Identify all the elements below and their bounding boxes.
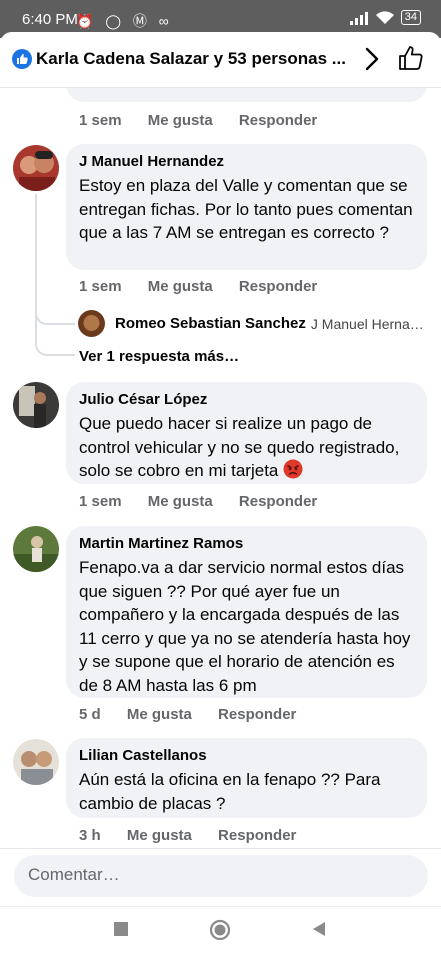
- like-link[interactable]: Me gusta: [127, 706, 192, 723]
- wifi-icon: [375, 11, 394, 24]
- comment-actions: 1 sem Me gusta Responder: [79, 112, 339, 129]
- status-right: 34: [349, 10, 421, 25]
- comment-text: Aún está la oficina en la fenapo ?? Para…: [79, 770, 381, 813]
- comment-text: Que puedo hacer si realize un pago de co…: [79, 412, 415, 483]
- reply-connector: [35, 293, 75, 325]
- avatar[interactable]: [13, 145, 59, 191]
- comment-bubble-fragment: desesperada: [66, 88, 427, 102]
- comment-input[interactable]: Comentar…: [14, 855, 428, 897]
- reactions-header[interactable]: Karla Cadena Salazar y 53 personas ...: [0, 32, 441, 88]
- chevron-right-icon[interactable]: [362, 46, 382, 72]
- like-link[interactable]: Me gusta: [148, 278, 213, 295]
- reply-preview[interactable]: Romeo Sebastian Sanchez J Manuel Herna…: [78, 310, 424, 337]
- battery-level: 34: [404, 11, 417, 23]
- reactions-title[interactable]: Karla Cadena Salazar y 53 personas ...: [36, 49, 346, 69]
- comment-actions: 1 sem Me gusta Responder: [79, 493, 339, 510]
- comment-bubble[interactable]: J Manuel Hernandez Estoy en plaza del Va…: [66, 144, 427, 270]
- comment-author[interactable]: Julio César López: [79, 391, 415, 409]
- system-nav-bar: [0, 906, 441, 956]
- comment-text-content: Que puedo hacer si realize un pago de co…: [79, 414, 400, 480]
- reply-link[interactable]: Responder: [239, 278, 317, 295]
- comment-author[interactable]: Lilian Castellanos: [79, 747, 415, 765]
- avatar[interactable]: [13, 382, 59, 428]
- like-link[interactable]: Me gusta: [148, 112, 213, 129]
- reply-connector: [35, 328, 75, 356]
- comment-bubble[interactable]: Lilian Castellanos Aún está la oficina e…: [66, 738, 427, 818]
- back-button-icon[interactable]: [311, 921, 327, 937]
- comment-composer: Comentar…: [0, 848, 441, 908]
- comment-author[interactable]: J Manuel Hernandez: [79, 153, 415, 171]
- reply-author[interactable]: Romeo Sebastian Sanchez: [115, 315, 306, 332]
- comment-author[interactable]: Martin Martinez Ramos: [79, 535, 415, 553]
- reply-avatar[interactable]: [78, 310, 105, 337]
- comment-text: Fenapo.va a dar servicio normal estos dí…: [79, 558, 411, 695]
- avatar[interactable]: [13, 739, 59, 785]
- comment-time: 5 d: [79, 706, 101, 723]
- comment-actions: 3 h Me gusta Responder: [79, 827, 318, 844]
- like-reaction-icon: [12, 49, 32, 69]
- reply-link[interactable]: Responder: [218, 827, 296, 844]
- comment-time: 3 h: [79, 827, 101, 844]
- angry-face-emoji-icon: [283, 459, 303, 479]
- avatar[interactable]: [13, 526, 59, 572]
- battery-icon: 34: [400, 10, 421, 25]
- status-time: 6:40 PM: [22, 11, 78, 28]
- reply-mention: J Manuel Herna…: [310, 315, 424, 332]
- comment-time: 1 sem: [79, 112, 122, 129]
- like-button-icon[interactable]: [398, 45, 424, 71]
- comment-bubble[interactable]: Julio César López Que puedo hacer si rea…: [66, 382, 427, 484]
- like-link[interactable]: Me gusta: [148, 493, 213, 510]
- comment-bubble[interactable]: Martin Martinez Ramos Fenapo.va a dar se…: [66, 526, 427, 698]
- reply-link[interactable]: Responder: [239, 112, 317, 129]
- notification-icons: ⏰ ◯ Ⓜ ∞: [76, 13, 173, 29]
- comment-list[interactable]: desesperada 1 sem Me gusta Responder J M…: [0, 88, 441, 848]
- comment-time: 1 sem: [79, 493, 122, 510]
- reply-link[interactable]: Responder: [218, 706, 296, 723]
- comment-actions: 5 d Me gusta Responder: [79, 706, 318, 723]
- recents-button-icon[interactable]: [113, 921, 129, 937]
- reply-link[interactable]: Responder: [239, 493, 317, 510]
- comment-time: 1 sem: [79, 278, 122, 295]
- home-button-icon[interactable]: [209, 919, 231, 941]
- comment-text: Estoy en plaza del Valle y comentan que …: [79, 176, 413, 242]
- view-more-replies-link[interactable]: Ver 1 respuesta más…: [79, 348, 239, 365]
- comment-actions: 1 sem Me gusta Responder: [79, 278, 339, 295]
- signal-icon: [349, 11, 368, 25]
- like-link[interactable]: Me gusta: [127, 827, 192, 844]
